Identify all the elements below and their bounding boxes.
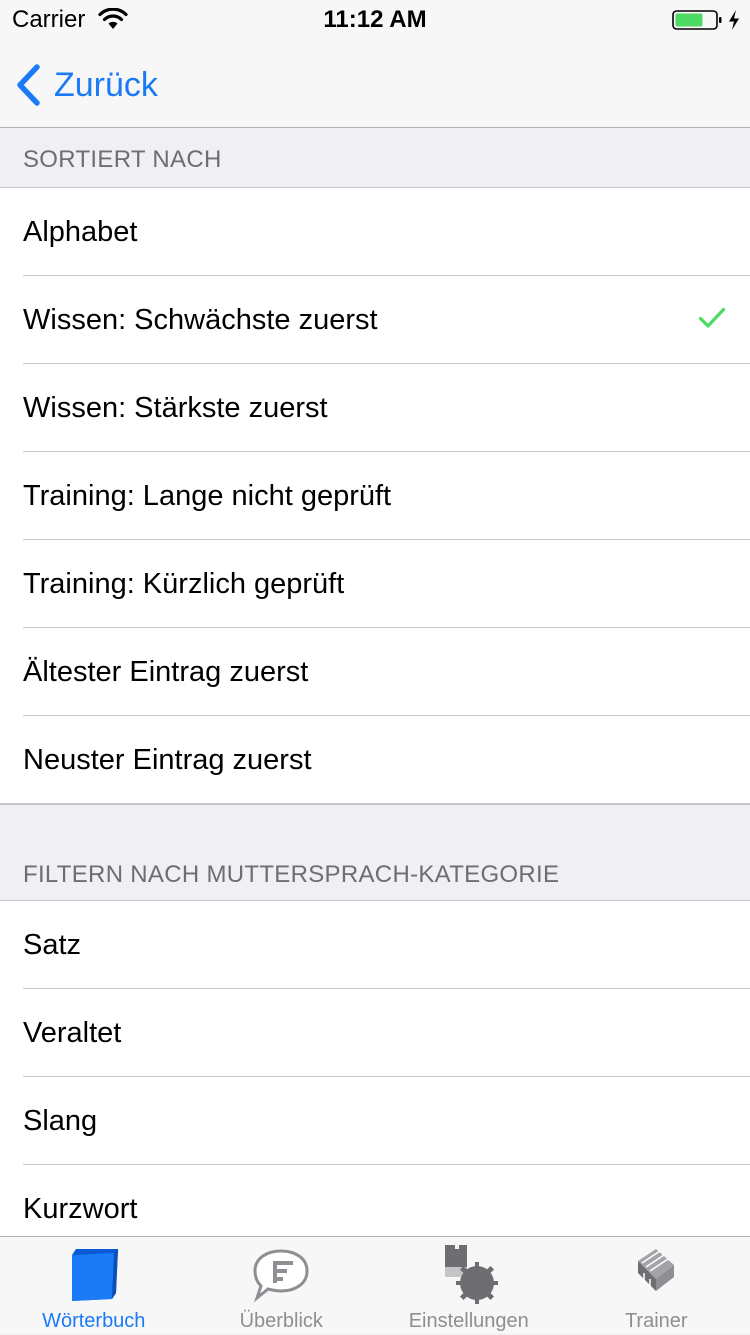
tab-label: Überblick [188, 1309, 376, 1333]
sort-option-recently-tested[interactable]: Training: Kürzlich geprüft [0, 540, 750, 628]
back-button-label: Zurück [54, 63, 158, 107]
filter-option-veraltet[interactable]: Veraltet [0, 989, 750, 1077]
navigation-bar: Zurück [0, 40, 750, 128]
tab-label: Einstellungen [375, 1309, 563, 1333]
clock: 11:12 AM [0, 6, 750, 34]
filter-option-kurzwort[interactable]: Kurzwort [0, 1165, 750, 1236]
sort-option-newest-first[interactable]: Neuster Eintrag zuerst [0, 716, 750, 804]
sort-option-label: Ältester Eintrag zuerst [23, 628, 308, 716]
tab-ueberblick[interactable]: Überblick [188, 1237, 376, 1335]
tab-label: Trainer [563, 1309, 750, 1333]
checkmark-icon [698, 306, 726, 330]
speech-bubble-chart-icon [249, 1243, 313, 1307]
status-bar: Carrier 11:12 AM [0, 0, 750, 40]
sort-option-long-not-tested[interactable]: Training: Lange nicht geprüft [0, 452, 750, 540]
sort-option-alphabet[interactable]: Alphabet [0, 188, 750, 276]
sort-option-label: Wissen: Stärkste zuerst [23, 364, 328, 452]
filter-option-label: Slang [23, 1077, 97, 1165]
flashcards-icon [624, 1243, 688, 1307]
section-header-sort: SORTIERT NACH [0, 128, 750, 188]
sort-option-label: Training: Lange nicht geprüft [23, 452, 391, 540]
sort-option-label: Neuster Eintrag zuerst [23, 716, 312, 804]
gears-icon [437, 1243, 501, 1307]
charging-bolt-icon [726, 8, 742, 32]
tab-bar: Wörterbuch Überblick [0, 1236, 750, 1334]
filter-option-label: Satz [23, 901, 81, 989]
sort-option-strongest-first[interactable]: Wissen: Stärkste zuerst [0, 364, 750, 452]
settings-list: SORTIERT NACH Alphabet Wissen: Schwächst… [0, 128, 750, 1236]
sort-option-oldest-first[interactable]: Ältester Eintrag zuerst [0, 628, 750, 716]
book-icon [62, 1243, 126, 1307]
filter-options-list: Satz Veraltet Slang Kurzwort [0, 901, 750, 1236]
filter-option-slang[interactable]: Slang [0, 1077, 750, 1165]
chevron-left-icon [14, 63, 42, 107]
filter-option-label: Veraltet [23, 989, 121, 1077]
sort-option-label: Alphabet [23, 188, 138, 276]
back-button[interactable]: Zurück [14, 62, 158, 108]
sort-option-weakest-first[interactable]: Wissen: Schwächste zuerst [0, 276, 750, 364]
tab-label: Wörterbuch [0, 1309, 188, 1333]
filter-option-label: Kurzwort [23, 1165, 137, 1236]
tab-einstellungen[interactable]: Einstellungen [375, 1237, 563, 1335]
sort-option-label: Training: Kürzlich geprüft [23, 540, 344, 628]
section-header-filter: FILTERN NACH MUTTERSPRACH-KATEGORIE [0, 804, 750, 901]
tab-trainer[interactable]: Trainer [563, 1237, 750, 1335]
tab-woerterbuch[interactable]: Wörterbuch [0, 1237, 188, 1335]
sort-option-label: Wissen: Schwächste zuerst [23, 276, 378, 364]
battery-icon [672, 8, 722, 32]
sort-options-list: Alphabet Wissen: Schwächste zuerst Wisse… [0, 188, 750, 804]
filter-option-satz[interactable]: Satz [0, 901, 750, 989]
